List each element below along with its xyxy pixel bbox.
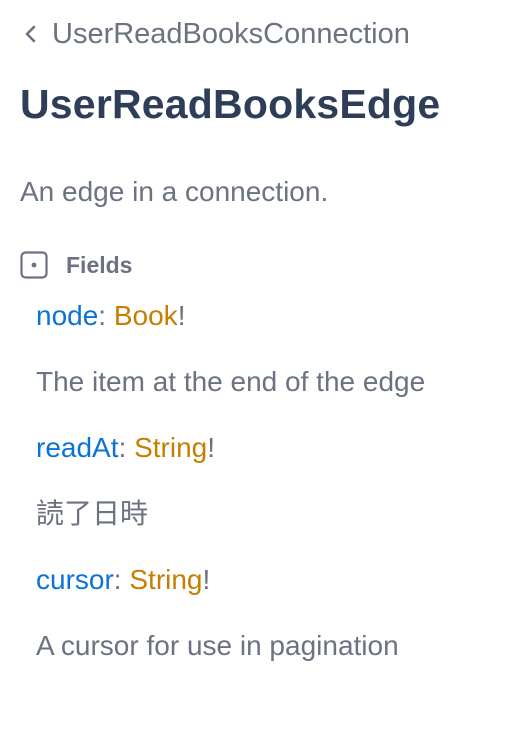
fields-section-label: Fields: [66, 251, 133, 278]
field-colon: :: [98, 300, 107, 331]
field-name-link[interactable]: cursor: [36, 564, 114, 595]
nonnull-marker: !: [202, 564, 211, 595]
page-title: UserReadBooksEdge: [20, 81, 441, 127]
field-name-link[interactable]: node: [36, 300, 98, 331]
nonnull-marker: !: [177, 300, 186, 331]
field-name-link[interactable]: readAt: [36, 432, 119, 463]
field-description: A cursor for use in pagination: [36, 630, 399, 661]
field-item-readAt: readAt: String! 読了日時: [36, 428, 496, 532]
nonnull-marker: !: [207, 432, 215, 463]
type-description: An edge in a connection.: [20, 176, 329, 207]
field-signature: node: Book!: [36, 296, 496, 336]
field-list: node: Book! The item at the end of the e…: [20, 296, 496, 664]
field-signature: readAt: String!: [36, 428, 496, 468]
field-description: 読了日時: [36, 497, 149, 530]
fields-section-header: Fields: [20, 248, 496, 282]
doc-explorer-panel: UserReadBooksConnection UserReadBooksEdg…: [20, 14, 496, 692]
field-signature: cursor: String!: [36, 560, 496, 600]
field-colon: :: [118, 432, 127, 463]
field-colon: :: [113, 564, 122, 595]
field-description: The item at the end of the edge: [36, 366, 426, 397]
field-type-link[interactable]: Book: [114, 300, 178, 331]
field-item-cursor: cursor: String! A cursor for use in pagi…: [36, 560, 496, 664]
breadcrumb[interactable]: UserReadBooksConnection: [20, 14, 496, 54]
field-type-link[interactable]: String: [129, 564, 202, 595]
field-box-icon: [20, 251, 48, 279]
chevron-left-icon[interactable]: [20, 24, 42, 44]
field-item-node: node: Book! The item at the end of the e…: [36, 296, 496, 400]
breadcrumb-label[interactable]: UserReadBooksConnection: [52, 18, 410, 51]
field-type-link[interactable]: String: [134, 432, 207, 463]
